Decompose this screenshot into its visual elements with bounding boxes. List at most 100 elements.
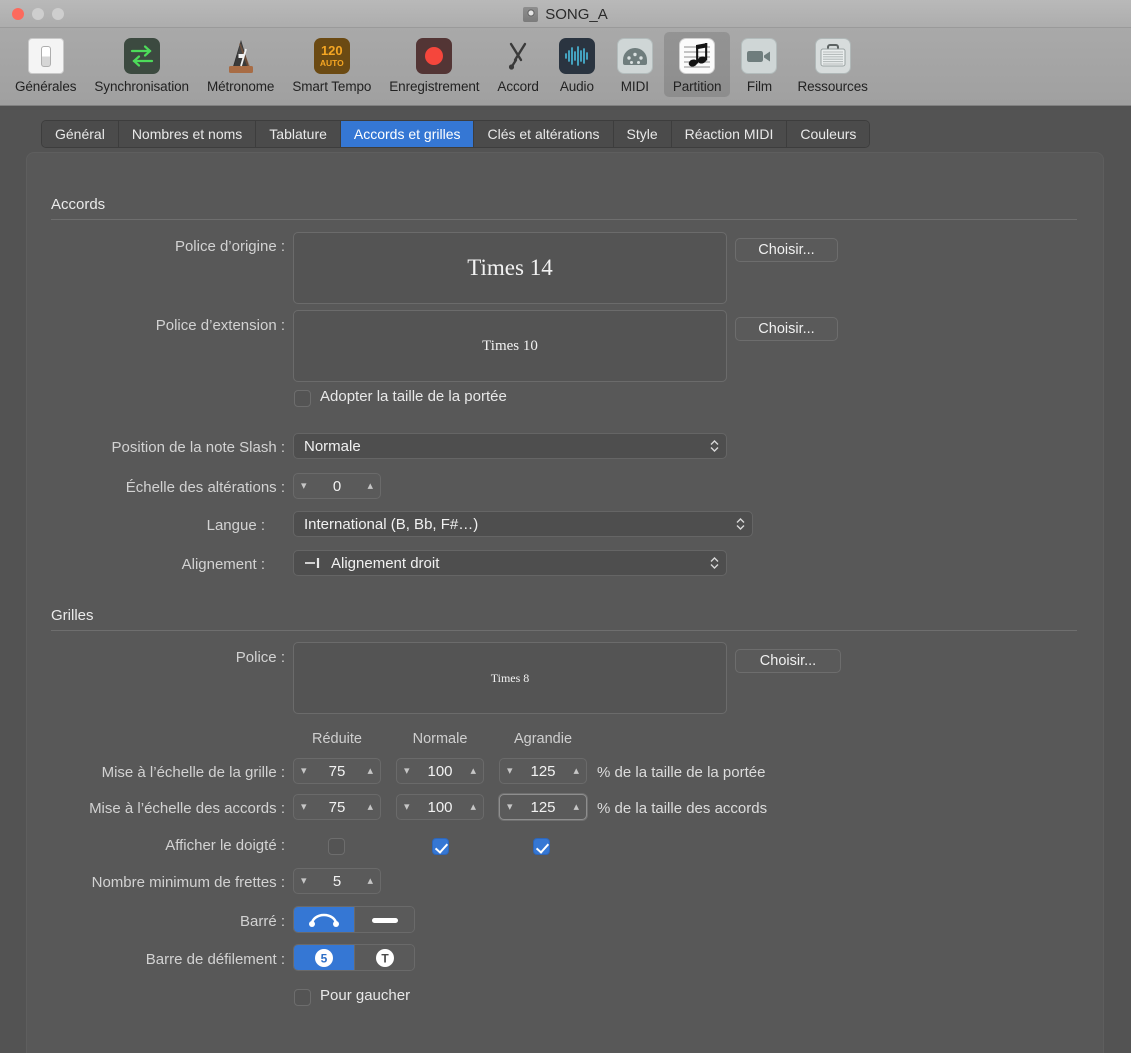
metronome-icon (221, 36, 261, 76)
accidental-scale-stepper[interactable]: ▾ 0 ▴ (293, 473, 381, 499)
label-alignment: Alignement : (181, 556, 265, 573)
chord-scale-value-reduite: 75 (328, 798, 346, 816)
stepper-up-icon[interactable]: ▴ (470, 801, 476, 813)
toolbar-label: Accord (497, 79, 539, 94)
record-dot-icon (414, 36, 454, 76)
sync-arrows-icon (122, 36, 162, 76)
fingering-checkbox-reduite[interactable] (328, 838, 345, 855)
toolbar-item-generales[interactable]: Générales (6, 32, 85, 97)
section-heading-grilles: Grilles (51, 607, 94, 624)
scrollbar-option-letter[interactable]: T (354, 945, 414, 970)
toolbar-item-metronome[interactable]: Métronome (198, 32, 283, 97)
switch-icon (26, 36, 66, 76)
stepper-up-icon[interactable]: ▴ (470, 765, 476, 777)
toolbar-item-midi[interactable]: MIDI (606, 32, 664, 97)
grid-scale-stepper-normale[interactable]: ▾ 100 ▴ (396, 758, 484, 784)
grid-scale-value-normale: 100 (427, 762, 453, 780)
origin-font-choose-button[interactable]: Choisir... (735, 238, 838, 262)
chevron-updown-icon (736, 517, 745, 531)
grid-font-preview[interactable]: Times 8 (293, 642, 727, 714)
stepper-up-icon[interactable]: ▴ (367, 480, 373, 492)
tab-general[interactable]: Général (42, 121, 119, 147)
extension-font-preview[interactable]: Times 10 (293, 310, 727, 382)
column-header-reduite: Réduite (312, 731, 362, 747)
min-frets-stepper[interactable]: ▾ 5 ▴ (293, 868, 381, 894)
score-note-icon (677, 36, 717, 76)
preferences-body: Général Nombres et noms Tablature Accord… (0, 107, 1131, 1053)
accidental-scale-value: 0 (332, 477, 342, 495)
grid-scale-stepper-reduite[interactable]: ▾ 75 ▴ (293, 758, 381, 784)
tempo-120-auto-icon: 120 AUTO (312, 36, 352, 76)
label-barre: Barré : (239, 913, 285, 930)
section-divider-grilles (51, 630, 1077, 631)
tab-reaction-midi[interactable]: Réaction MIDI (671, 121, 788, 147)
label-accidental-scale: Échelle des altérations : (125, 479, 285, 496)
grid-scale-stepper-agrandie[interactable]: ▾ 125 ▴ (499, 758, 587, 784)
alignment-select[interactable]: Alignement droit (293, 550, 727, 576)
tab-cles-et-alterations[interactable]: Clés et altérations (474, 121, 614, 147)
tab-accords-et-grilles[interactable]: Accords et grilles (340, 121, 475, 147)
toolbar-label: Ressources (797, 79, 868, 94)
toolbar-label: MIDI (620, 79, 649, 94)
toolbar-item-partition[interactable]: Partition (663, 32, 731, 97)
scrollbar-option-number[interactable]: 5 (294, 945, 354, 970)
fingering-checkbox-normale[interactable] (432, 838, 449, 855)
barre-segmented-control[interactable] (293, 906, 415, 933)
toolbar-item-enregistrement[interactable]: Enregistrement (380, 32, 488, 97)
video-camera-icon (739, 36, 779, 76)
toolbar-label: Film (746, 79, 773, 94)
stepper-up-icon[interactable]: ▴ (573, 801, 579, 813)
svg-text:5: 5 (321, 951, 328, 965)
scrollbar-segmented-control[interactable]: 5 T (293, 944, 415, 971)
tab-style[interactable]: Style (613, 121, 672, 147)
label-chord-scale: Mise à l’échelle des accords : (89, 800, 285, 817)
fingering-checkbox-agrandie[interactable] (533, 838, 550, 855)
language-select[interactable]: International (B, Bb, F#…) (293, 511, 753, 537)
toolbar-label: Smart Tempo (292, 79, 372, 94)
tab-nombres-et-noms[interactable]: Nombres et noms (118, 121, 257, 147)
barre-option-bar[interactable] (354, 907, 414, 932)
toolbar-label: Générales (15, 79, 77, 94)
left-handed-checkbox[interactable] (294, 989, 311, 1006)
stepper-up-icon[interactable]: ▴ (573, 765, 579, 777)
toolbar-item-ressources[interactable]: Ressources (788, 32, 876, 97)
title-bar: SONG_A (0, 0, 1131, 28)
toolbar-item-film[interactable]: Film (730, 32, 788, 97)
stepper-up-icon[interactable]: ▴ (367, 765, 373, 777)
toolbar-item-audio[interactable]: Audio (548, 32, 606, 97)
slash-position-select[interactable]: Normale (293, 433, 727, 459)
toolbar-item-accord[interactable]: Accord (488, 32, 547, 97)
chord-scale-stepper-reduite[interactable]: ▾ 75 ▴ (293, 794, 381, 820)
stepper-up-icon[interactable]: ▴ (367, 801, 373, 813)
chevron-updown-icon (710, 556, 719, 570)
align-right-icon (304, 557, 322, 569)
label-grid-font: Police : (235, 649, 285, 666)
chord-scale-stepper-agrandie[interactable]: ▾ 125 ▴ (499, 794, 587, 820)
toolbar-item-synchronisation[interactable]: Synchronisation (85, 32, 198, 97)
chord-scale-suffix: % de la taille des accords (597, 800, 768, 817)
min-frets-value: 5 (332, 872, 342, 890)
chord-scale-value-agrandie: 125 (530, 798, 556, 816)
grid-font-choose-button[interactable]: Choisir... (735, 649, 841, 673)
label-min-frets: Nombre minimum de frettes : (91, 874, 285, 891)
tab-tablature[interactable]: Tablature (256, 121, 341, 147)
midi-port-icon (615, 36, 655, 76)
grid-scale-value-agrandie: 125 (530, 762, 556, 780)
tempo-auto: AUTO (319, 58, 344, 69)
section-divider-accords (51, 219, 1077, 220)
alignment-value: Alignement droit (331, 554, 440, 572)
adopt-staff-size-label: Adopter la taille de la portée (320, 388, 507, 405)
adopt-staff-size-checkbox[interactable] (294, 390, 311, 407)
grid-scale-suffix: % de la taille de la portée (597, 764, 766, 781)
stepper-up-icon[interactable]: ▴ (367, 875, 373, 887)
extension-font-choose-button[interactable]: Choisir... (735, 317, 838, 341)
slash-position-value: Normale (304, 437, 361, 455)
chord-scale-stepper-normale[interactable]: ▾ 100 ▴ (396, 794, 484, 820)
tab-couleurs[interactable]: Couleurs (787, 121, 870, 147)
toolbar-item-smart-tempo[interactable]: 120 AUTO Smart Tempo (283, 32, 380, 97)
barre-option-arc[interactable] (294, 907, 354, 932)
label-show-fingering: Afficher le doigté : (165, 837, 285, 854)
origin-font-preview[interactable]: Times 14 (293, 232, 727, 304)
label-origin-font: Police d’origine : (174, 238, 285, 255)
preferences-window: SONG_A Générales Synchronisation Métrono… (0, 0, 1131, 1053)
